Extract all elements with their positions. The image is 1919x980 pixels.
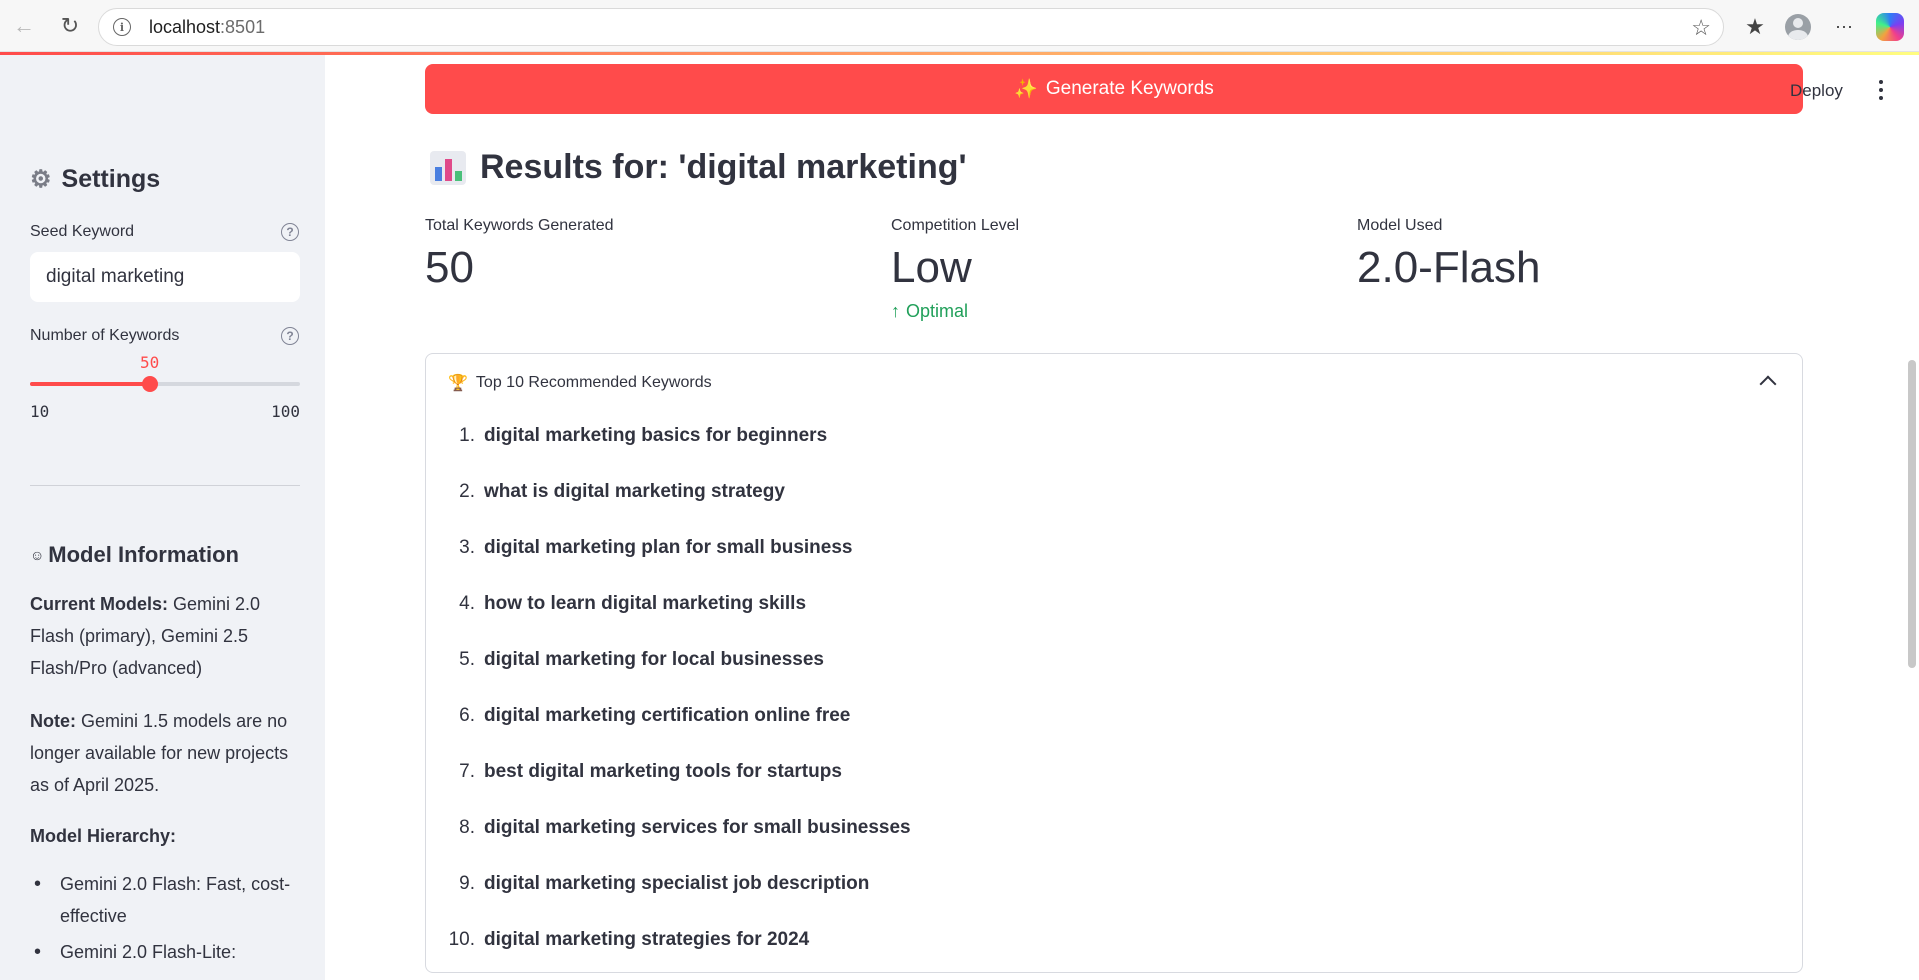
top-keywords-expander: 🏆 Top 10 Recommended Keywords 1. digital … [425,353,1803,973]
hierarchy-label: Model Hierarchy: [30,826,177,846]
list-item: 2. what is digital marketing strategy [459,481,785,502]
list-item: Gemini 2.0 Flash: Fast, cost-effective [30,868,305,932]
num-keywords-label: Number of Keywords [30,327,180,344]
main-content: ✨ Generate Keywords Deploy Results for: … [325,55,1919,980]
settings-title: ⚙ Settings [30,165,161,193]
back-icon[interactable]: ← [8,10,40,42]
expander-header[interactable]: 🏆 Top 10 Recommended Keywords [448,373,712,393]
list-item: Gemini 2.0 Flash-Lite: [30,936,305,968]
scrollbar[interactable] [1908,360,1916,668]
profile-icon[interactable] [1781,10,1815,44]
address-bar[interactable]: i localhost:8501 ☆ [98,8,1724,46]
seed-keyword-label: Seed Keyword [30,223,135,240]
reload-icon[interactable]: ↻ [54,10,86,42]
bar-chart-icon [430,150,466,185]
list-item: 4. how to learn digital marketing skills [459,593,807,614]
trophy-icon: 🏆 [448,375,468,392]
metric-model-used: Model Used 2.0-Flash [1357,217,1541,292]
note-text: Note: Gemini 1.5 models are no longer av… [30,711,289,795]
metric-delta: ↑ Optimal [891,301,969,321]
robot-icon: ☺ [30,547,45,563]
list-item: 8. digital marketing services for small b… [459,817,911,838]
page-title: Results for: 'digital marketing' [430,148,967,187]
current-models-text: Current Models: Gemini 2.0 Flash (primar… [30,594,261,678]
metric-total-keywords: Total Keywords Generated 50 [425,217,614,292]
copilot-icon[interactable] [1873,10,1907,44]
sparkle-icon: ✨ [1014,79,1038,100]
favorites-icon[interactable]: ★ [1738,10,1772,44]
info-icon[interactable]: i [113,18,131,36]
more-icon[interactable]: ⋯ [1827,10,1861,44]
slider-max: 100 [271,402,300,421]
model-info-title: ☺ Model Information [30,542,239,567]
list-item: 9. digital marketing specialist job descr… [459,873,870,894]
generate-keywords-button[interactable]: ✨ Generate Keywords [425,64,1803,114]
hierarchy-list: Gemini 2.0 Flash: Fast, cost-effective G… [30,868,305,972]
list-item: 1. digital marketing basics for beginners [459,425,828,446]
arrow-up-icon: ↑ [891,301,900,321]
divider [30,485,300,486]
browser-toolbar: ← ↻ i localhost:8501 ☆ ★ ⋯ [0,0,1919,52]
gear-icon: ⚙ [30,166,52,193]
star-icon[interactable]: ☆ [1691,15,1711,41]
url-text: localhost:8501 [149,16,266,37]
chevron-up-icon[interactable] [1759,375,1777,393]
keyword-list: 1. digital marketing basics for beginners… [440,408,911,968]
list-item: 7. best digital marketing tools for start… [459,761,842,782]
seed-keyword-input[interactable]: digital marketing [30,252,300,302]
list-item: 6. digital marketing certification online… [459,705,851,726]
kebab-menu-icon[interactable] [1871,77,1891,103]
list-item: 10. digital marketing strategies for 2024 [448,929,810,950]
slider-value: 50 [140,353,160,372]
list-item: 3. digital marketing plan for small busin… [459,537,853,558]
help-icon[interactable]: ? [281,223,299,241]
deploy-button[interactable]: Deploy [1790,81,1843,101]
list-item: 5. digital marketing for local businesses [459,649,824,670]
sidebar: ⚙ Settings Seed Keyword ? digital market… [0,55,325,980]
slider-fill [30,382,150,386]
metric-competition-level: Competition Level Low ↑ Optimal [891,217,1020,321]
slider-thumb[interactable] [142,376,158,392]
num-keywords-slider[interactable] [30,376,300,392]
help-icon[interactable]: ? [281,327,299,345]
slider-min: 10 [30,402,50,421]
